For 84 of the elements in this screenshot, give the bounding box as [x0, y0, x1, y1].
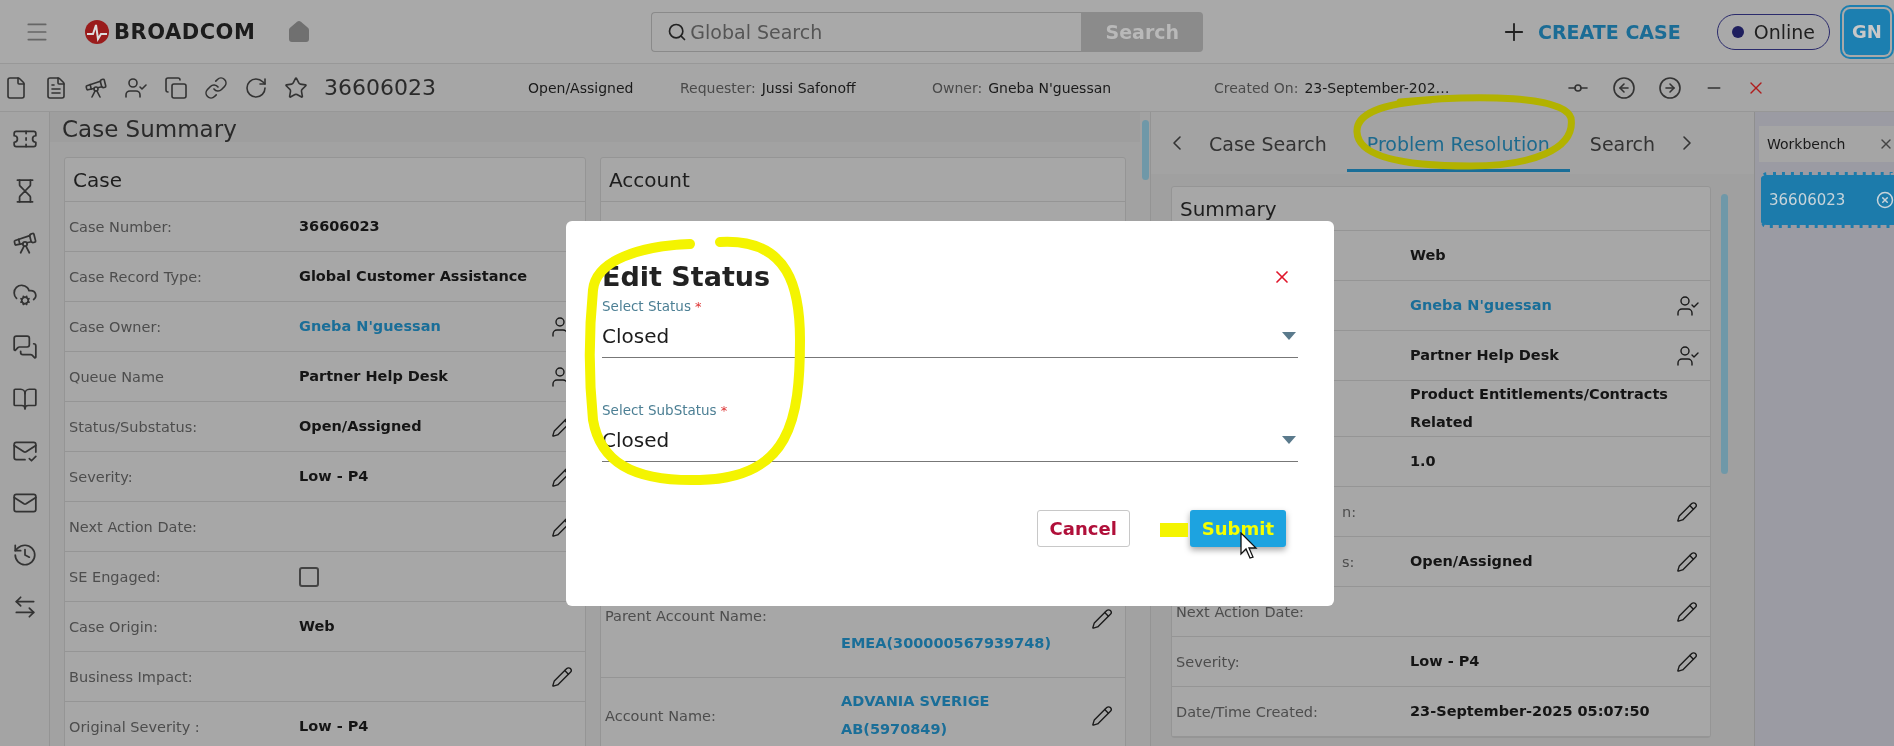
case-number: 36606023	[324, 75, 436, 100]
field-value: Web	[299, 616, 336, 636]
mail-icon[interactable]	[11, 490, 38, 516]
brand-logo: BROADCOM	[84, 18, 256, 45]
refresh-icon[interactable]	[244, 75, 268, 100]
field-label: Case Origin:	[69, 618, 159, 635]
meta-label: Owner:	[932, 79, 983, 96]
user-check-icon[interactable]	[124, 75, 148, 100]
field-label: Case Number:	[69, 218, 173, 235]
field-value: Open/Assigned	[299, 416, 423, 436]
field-label: Business Impact:	[69, 668, 194, 685]
meta-label: Requester:	[680, 79, 756, 96]
forward-icon[interactable]	[1658, 75, 1682, 100]
scrollbar-thumb[interactable]	[1141, 120, 1149, 180]
link-icon[interactable]	[204, 75, 228, 100]
history-icon[interactable]	[11, 542, 38, 568]
section-title: Case Summary	[50, 112, 1140, 142]
close-icon[interactable]	[1876, 191, 1894, 209]
chat-icon[interactable]	[11, 334, 38, 360]
field-value: Partner Help Desk	[299, 366, 449, 386]
cloud-gear-icon[interactable]	[11, 282, 38, 308]
search-field[interactable]: Global Search	[651, 11, 1082, 52]
case-status: Open/Assigned	[528, 79, 635, 96]
field-value: 36606023	[299, 216, 381, 236]
field-value: Web	[1410, 245, 1447, 265]
field-label: SE Engaged:	[69, 568, 162, 585]
field-label: Next Action Date:	[69, 518, 198, 535]
value-link[interactable]: ADVANIA SVERIGE AB(5970849)	[841, 687, 1091, 744]
telescope-icon[interactable]	[11, 230, 38, 256]
mail-check-icon[interactable]	[11, 438, 38, 464]
field-label: Severity:	[1176, 653, 1241, 670]
workbench-tab[interactable]: 36606023	[1761, 172, 1894, 228]
select-field[interactable]: Select Status * Closed	[602, 298, 1298, 358]
tab[interactable]: Case Search	[1189, 114, 1347, 172]
tab[interactable]: Problem Resolution	[1346, 114, 1570, 172]
submit-button[interactable]: Submit	[1189, 510, 1286, 547]
star-icon[interactable]	[284, 75, 308, 100]
field-label: Case Owner:	[69, 318, 163, 335]
document-icon[interactable]	[4, 75, 28, 100]
meta-value: Jussi Safonoff	[761, 79, 856, 96]
scrollbar-thumb[interactable]	[1720, 194, 1728, 474]
meta-label: Created On:	[1214, 79, 1299, 96]
back-icon[interactable]	[1612, 75, 1636, 100]
highlighter-stroke	[1160, 523, 1188, 537]
field-label: Next Action Date:	[1176, 603, 1305, 620]
field-value: Partner Help Desk	[1410, 345, 1560, 365]
field-label: Queue Name	[69, 368, 166, 385]
create-case-button[interactable]: CREATE CASE	[1494, 16, 1687, 47]
cancel-button[interactable]: Cancel	[1036, 510, 1130, 547]
field-label: Date/Time Created:	[1176, 703, 1319, 720]
field-label: Status/Substatus:	[69, 418, 199, 435]
field-label: n:	[1341, 503, 1358, 520]
panel-title: Workbench	[1767, 136, 1846, 152]
field-value: Low - P4	[299, 466, 370, 486]
field-value: 23-September-2025 05:07:50	[1410, 701, 1651, 721]
caret-icon[interactable]	[1282, 332, 1296, 340]
card-title: Case	[65, 158, 585, 202]
checkbox[interactable]	[299, 566, 319, 587]
field-value: 1.0	[1410, 451, 1437, 471]
field-label: Case Record Type:	[69, 268, 203, 285]
field-label: Account Name:	[605, 707, 717, 724]
value-link[interactable]: Gneba N'guessan	[1410, 291, 1676, 320]
telescope-icon[interactable]	[84, 75, 108, 100]
field-value: Low - P4	[299, 716, 370, 736]
field-label: Parent Account Name:	[605, 608, 768, 624]
search-icon	[667, 21, 688, 42]
field-label: Original Severity :	[69, 718, 201, 735]
logo-icon	[84, 18, 110, 45]
field-value: Product Entitlements/Contracts Related	[1410, 385, 1669, 432]
field-value: Open/Assigned	[1410, 551, 1534, 571]
field-label: s:	[1341, 553, 1356, 570]
value-link[interactable]: EMEA(300000567939748)	[841, 630, 1091, 658]
field-value: Low - P4	[1410, 651, 1481, 671]
meta-value: Gneba N'guessan	[988, 79, 1112, 96]
book-icon[interactable]	[11, 386, 38, 412]
card-title: Account	[601, 158, 1125, 202]
tab[interactable]: Search	[1569, 114, 1676, 172]
meta-value: 23-September-202…	[1304, 79, 1450, 96]
copy-icon[interactable]	[164, 75, 188, 100]
document-icon[interactable]	[44, 75, 68, 100]
field-value: Global Customer Assistance	[299, 266, 529, 286]
caret-icon[interactable]	[1282, 436, 1296, 444]
value-link[interactable]: Gneba N'guessan	[299, 312, 551, 341]
field-label: Severity:	[69, 468, 134, 485]
